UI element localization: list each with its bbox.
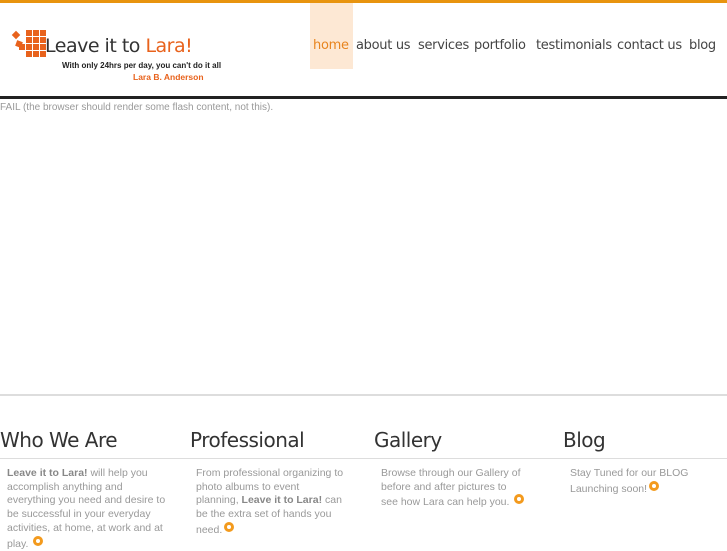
column-text: From professional organizing to photo al… bbox=[196, 467, 344, 538]
more-arrow-icon[interactable] bbox=[514, 494, 525, 505]
more-arrow-icon[interactable] bbox=[224, 521, 235, 532]
text: Browse through our Gallery of before and… bbox=[381, 467, 521, 509]
more-arrow-icon[interactable] bbox=[649, 480, 660, 491]
top-accent-bar bbox=[0, 0, 727, 3]
logo-tagline: With only 24hrs per day, you can't do it… bbox=[62, 61, 222, 70]
column-title: Gallery bbox=[374, 428, 442, 452]
column-text: Leave it to Lara! will help you accompli… bbox=[7, 467, 167, 551]
logo-name: Lara B. Anderson bbox=[133, 72, 204, 82]
logo[interactable]: Leave it to Lara! With only 24hrs per da… bbox=[11, 30, 221, 86]
nav-services[interactable]: services bbox=[418, 38, 469, 53]
nav-home[interactable]: home bbox=[313, 38, 349, 53]
column-title: Professional bbox=[190, 428, 305, 452]
text: will help you accomplish anything and ev… bbox=[7, 467, 166, 550]
column-title: Blog bbox=[563, 428, 606, 452]
nav-about-us[interactable]: about us bbox=[356, 38, 411, 53]
nav-portfolio[interactable]: portfolio bbox=[474, 38, 526, 53]
nav-blog[interactable]: blog bbox=[689, 38, 716, 53]
bold-brand: Leave it to Lara! bbox=[241, 494, 323, 507]
nav-contact-us[interactable]: contact us bbox=[617, 38, 682, 53]
column-title: Who We Are bbox=[0, 428, 118, 452]
columns-divider bbox=[0, 458, 727, 459]
logo-title: Leave it to Lara! bbox=[45, 35, 193, 57]
flash-fallback-text: FAIL (the browser should render some fla… bbox=[0, 102, 274, 113]
text: Stay Tuned for our BLOG Launching soon! bbox=[570, 467, 689, 495]
logo-title-part2: Lara! bbox=[145, 35, 193, 57]
nav-testimonials[interactable]: testimonials bbox=[536, 38, 612, 53]
logo-title-part1: Leave it to bbox=[45, 35, 140, 57]
column-text: Stay Tuned for our BLOG Launching soon! bbox=[570, 467, 695, 496]
more-arrow-icon[interactable] bbox=[33, 535, 44, 546]
flash-area-divider bbox=[0, 394, 727, 396]
nav-active-highlight bbox=[310, 3, 353, 69]
column-text: Browse through our Gallery of before and… bbox=[381, 467, 526, 510]
bold-brand: Leave it to Lara! bbox=[7, 467, 88, 479]
header-divider bbox=[0, 96, 727, 99]
